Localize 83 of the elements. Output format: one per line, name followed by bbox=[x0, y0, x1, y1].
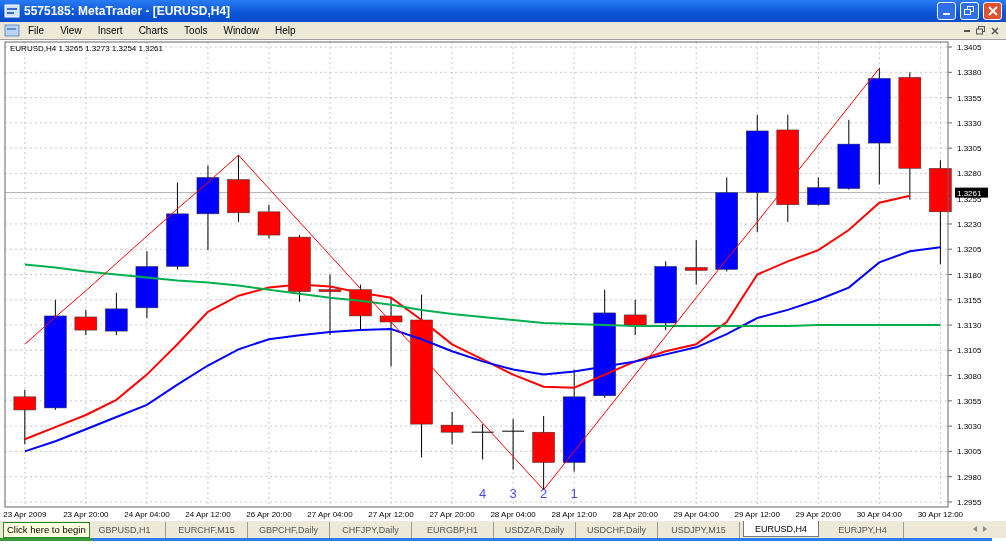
wave-label: 1 bbox=[570, 486, 578, 501]
price-label: 1.3230 bbox=[957, 219, 982, 229]
close-button[interactable] bbox=[983, 2, 1002, 20]
chart-tab[interactable]: EURUSD,H4 bbox=[743, 521, 819, 537]
candlestick bbox=[685, 239, 708, 286]
wave-label: 4 bbox=[479, 486, 487, 501]
candlestick bbox=[501, 418, 525, 471]
price-label: 1.3080 bbox=[957, 371, 982, 381]
left-arrow-icon bbox=[973, 526, 977, 533]
ref-line-label: 1.3261 bbox=[957, 188, 983, 198]
price-label: 1.3330 bbox=[957, 118, 982, 128]
candlestick bbox=[440, 411, 464, 445]
menu-item[interactable]: Window bbox=[215, 22, 268, 39]
candlestick bbox=[288, 234, 311, 303]
menu-item[interactable]: View bbox=[52, 22, 90, 39]
candlestick bbox=[471, 423, 495, 460]
candlestick bbox=[318, 274, 342, 336]
time-label: 27 Apr 20:00 bbox=[429, 510, 475, 519]
close-icon bbox=[991, 26, 999, 35]
candlestick bbox=[837, 119, 861, 191]
price-label: 1.3180 bbox=[957, 270, 982, 280]
candlestick bbox=[135, 250, 159, 319]
app-icon bbox=[4, 4, 20, 18]
price-label: 1.3355 bbox=[957, 93, 982, 103]
price-label: 1.3105 bbox=[957, 346, 982, 356]
window-title: 5575185: MetaTrader - [EURUSD,H4] bbox=[24, 3, 231, 20]
candlestick bbox=[654, 260, 677, 331]
restore-button[interactable] bbox=[960, 2, 979, 20]
candlestick bbox=[379, 296, 403, 367]
price-label: 1.3380 bbox=[957, 68, 982, 78]
close-icon bbox=[987, 6, 998, 16]
candlestick bbox=[257, 204, 281, 239]
candlestick bbox=[623, 299, 647, 336]
minimize-button[interactable] bbox=[937, 2, 956, 20]
time-label: 23 Apr 20:00 bbox=[63, 510, 109, 519]
restore-icon bbox=[976, 26, 985, 36]
wave-label: 3 bbox=[509, 486, 517, 501]
time-label: 27 Apr 12:00 bbox=[368, 510, 414, 519]
candlestick bbox=[74, 309, 98, 336]
time-label: 30 Apr 12:00 bbox=[917, 510, 964, 519]
price-label: 1.2980 bbox=[957, 472, 982, 482]
price-label: 1.3155 bbox=[957, 295, 982, 305]
restore-button[interactable] bbox=[973, 23, 988, 38]
chart-header: EURUSD,H4 1.3265 1.3273 1.3254 1.3261 bbox=[10, 44, 163, 53]
document-icon bbox=[4, 24, 20, 37]
time-label: 28 Apr 12:00 bbox=[551, 510, 597, 519]
candlestick bbox=[807, 176, 830, 207]
time-label: 23 Apr 2009 bbox=[3, 510, 47, 519]
price-label: 1.3030 bbox=[957, 422, 982, 432]
price-label: 1.2955 bbox=[957, 497, 982, 507]
time-label: 27 Apr 04:00 bbox=[307, 510, 353, 519]
tooltip: Click here to begin bbox=[3, 522, 90, 538]
menu-item[interactable]: Charts bbox=[130, 22, 177, 39]
menu-item[interactable]: Help bbox=[267, 22, 304, 39]
time-label: 28 Apr 04:00 bbox=[490, 510, 536, 519]
price-label: 1.3280 bbox=[957, 169, 982, 179]
price-label: 1.3205 bbox=[957, 245, 982, 255]
restore-icon bbox=[964, 6, 975, 16]
minimize-icon bbox=[964, 29, 970, 32]
price-label: 1.3005 bbox=[957, 447, 982, 457]
menu-item[interactable]: Tools bbox=[176, 22, 216, 39]
time-label: 29 Apr 20:00 bbox=[795, 510, 841, 519]
price-label: 1.3405 bbox=[957, 43, 982, 53]
price-label: 1.3305 bbox=[957, 144, 982, 154]
time-label: 24 Apr 12:00 bbox=[185, 510, 231, 519]
time-label: 26 Apr 20:00 bbox=[246, 510, 292, 519]
price-label: 1.3055 bbox=[957, 396, 982, 406]
candlestick bbox=[13, 389, 37, 445]
menu-item[interactable]: Insert bbox=[89, 22, 131, 39]
time-label: 29 Apr 12:00 bbox=[734, 510, 780, 519]
wave-label: 2 bbox=[540, 486, 548, 501]
current-price-label: 1.3261 bbox=[955, 187, 988, 198]
time-label: 24 Apr 04:00 bbox=[124, 510, 170, 519]
candlestick bbox=[227, 154, 250, 223]
price-label: 1.3130 bbox=[957, 321, 982, 331]
right-arrow-icon bbox=[983, 526, 987, 533]
candlestick bbox=[105, 292, 128, 336]
candlestick bbox=[349, 284, 372, 331]
menu-item[interactable]: File bbox=[20, 22, 53, 39]
minimize-icon bbox=[943, 13, 950, 15]
time-label: 30 Apr 04:00 bbox=[856, 510, 902, 519]
time-label: 28 Apr 20:00 bbox=[612, 510, 658, 519]
time-label: 29 Apr 04:00 bbox=[673, 510, 719, 519]
